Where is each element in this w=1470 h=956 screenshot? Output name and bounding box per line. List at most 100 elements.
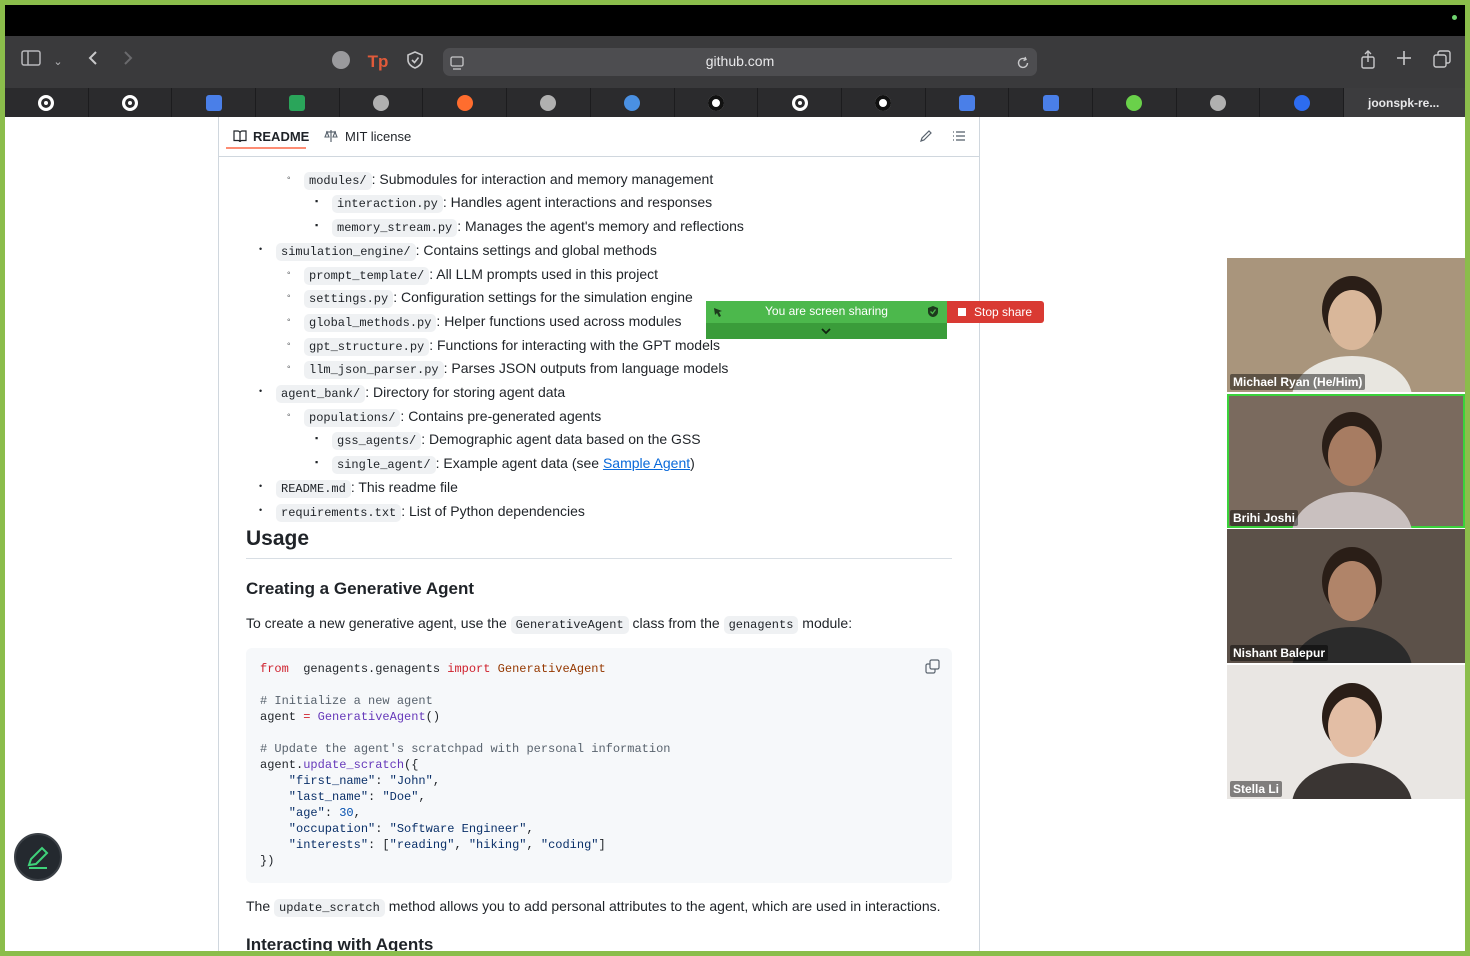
sample-agent-link[interactable]: Sample Agent (603, 455, 690, 471)
participant-video[interactable]: Michael Ryan (He/Him) (1227, 258, 1465, 392)
edit-fab-button[interactable] (14, 833, 62, 881)
code-token: }) (260, 854, 275, 868)
code-line: # Initialize a new agent (260, 693, 670, 709)
bullet-marker: ▪ (315, 457, 319, 468)
active-tab-underline (226, 147, 306, 149)
camera-indicator (1452, 15, 1457, 20)
browser-tab-active[interactable]: joonspk-re... (1344, 88, 1466, 117)
copy-icon[interactable] (925, 659, 940, 679)
sidebar-icon[interactable] (19, 50, 43, 74)
code-line: }) (260, 853, 670, 869)
code-line: "last_name": "Doe", (260, 789, 670, 805)
tree-item-description: : List of Python dependencies (401, 502, 585, 519)
intro-text-2: class from the (628, 615, 724, 631)
browser-tab[interactable] (5, 88, 89, 117)
browser-tab[interactable] (256, 88, 340, 117)
chevron-down-icon[interactable] (820, 324, 832, 342)
tree-item-path: README.md (276, 479, 351, 498)
participant-video[interactable]: Stella Li (1227, 664, 1465, 799)
intro-text-3: module: (798, 615, 853, 631)
code-token: GenerativeAgent (310, 710, 426, 724)
new-tab-icon[interactable] (1393, 50, 1415, 74)
after-code-text-1: The (246, 898, 275, 914)
code-token: from (260, 662, 289, 676)
code-block[interactable]: from genagents.genagents import Generati… (246, 648, 952, 883)
code-token: agent (260, 710, 304, 724)
tree-item: single_agent/: Example agent data (see S… (332, 453, 695, 475)
browser-toolbar: ⌄ Tp github.com (5, 36, 1465, 88)
chrome-icon (1209, 94, 1226, 111)
code-token: # Update the agent's scratchpad with per… (260, 742, 671, 756)
zoom-icon (1293, 94, 1310, 111)
inline-code: genagents (723, 616, 799, 634)
back-icon[interactable] (83, 50, 103, 74)
browser-tab[interactable] (1093, 88, 1177, 117)
browser-tab[interactable] (423, 88, 508, 117)
system-menubar (5, 5, 1465, 36)
code-token: "last_name" (260, 790, 369, 804)
tree-item-description: : Configuration settings for the simulat… (393, 289, 693, 306)
tree-item: populations/: Contains pre-generated age… (304, 406, 601, 428)
browser-tab[interactable] (591, 88, 675, 117)
code-token: , (526, 822, 534, 836)
browser-tab[interactable] (340, 88, 424, 117)
tab-overview-icon[interactable] (1431, 50, 1453, 76)
browser-tab[interactable] (507, 88, 591, 117)
tree-item-path: global_methods.py (304, 313, 437, 332)
outline-icon[interactable] (952, 129, 966, 146)
bullet-marker: ◦ (287, 291, 291, 303)
browser-tab[interactable] (758, 88, 842, 117)
tree-item: agent_bank/: Directory for storing agent… (276, 382, 565, 404)
forward-icon[interactable] (118, 50, 138, 74)
drag-handle-icon[interactable] (712, 305, 724, 323)
share-icon[interactable] (1357, 50, 1379, 78)
divider (246, 558, 952, 559)
chrome-icon (540, 94, 557, 111)
browser-tab[interactable] (842, 88, 926, 117)
intro-paragraph: To create a new generative agent, use th… (246, 613, 852, 635)
code-line: # Update the agent's scratchpad with per… (260, 741, 670, 757)
code-token: () (425, 710, 441, 724)
tree-item-path: simulation_engine/ (276, 242, 416, 261)
participant-video[interactable]: Brihi Joshi (1227, 393, 1465, 528)
triangle-icon (707, 94, 724, 111)
screen-share-banner[interactable]: You are screen sharing (706, 301, 947, 339)
participant-video[interactable]: Nishant Balepur (1227, 529, 1465, 663)
tree-item-description: : Helper functions used across modules (436, 312, 682, 329)
participant-face (1328, 290, 1376, 350)
browser-tab[interactable] (1009, 88, 1093, 117)
participant-name: Michael Ryan (He/Him) (1230, 374, 1366, 390)
docs-icon (1042, 94, 1059, 111)
after-code-text-2: method allows you to add personal attrib… (384, 898, 941, 914)
participant-figure (1292, 411, 1412, 528)
tree-item-path: populations/ (304, 408, 401, 427)
browser-tab[interactable] (1177, 88, 1261, 117)
browser-tab[interactable] (926, 88, 1010, 117)
shield-icon[interactable] (404, 50, 426, 78)
chevron-down-icon[interactable]: ⌄ (51, 50, 65, 74)
code-token: # Initialize a new agent (260, 694, 433, 708)
reload-icon[interactable] (1015, 54, 1031, 78)
pencil-icon[interactable] (919, 129, 933, 146)
code-token: "first_name" (260, 774, 376, 788)
browser-tab[interactable] (675, 88, 759, 117)
tree-item: global_methods.py: Helper functions used… (304, 311, 682, 333)
tab-readme[interactable]: README (253, 129, 309, 144)
tree-item-description: : Demographic agent data based on the GS… (421, 431, 701, 448)
address-bar[interactable]: github.com (443, 48, 1037, 76)
participant-name: Stella Li (1230, 780, 1283, 797)
code-token: "coding" (540, 838, 599, 852)
stop-share-button[interactable]: Stop share (947, 301, 1044, 323)
browser-tab[interactable] (1260, 88, 1344, 117)
tab-license[interactable]: MIT license (345, 129, 411, 144)
participant-body (1292, 762, 1412, 799)
tree-item: simulation_engine/: Contains settings an… (276, 240, 657, 262)
tab-bar: joonspk-re... (5, 88, 1466, 117)
tree-item-description: : Contains pre-generated agents (400, 407, 602, 424)
profile-icon[interactable] (331, 50, 351, 78)
browser-tab[interactable] (89, 88, 173, 117)
browser-tab[interactable] (172, 88, 257, 117)
interacting-heading: Interacting with Agents (246, 935, 434, 951)
extension-tp-icon[interactable]: Tp (367, 50, 389, 74)
code-token: update_scratch (303, 758, 405, 772)
